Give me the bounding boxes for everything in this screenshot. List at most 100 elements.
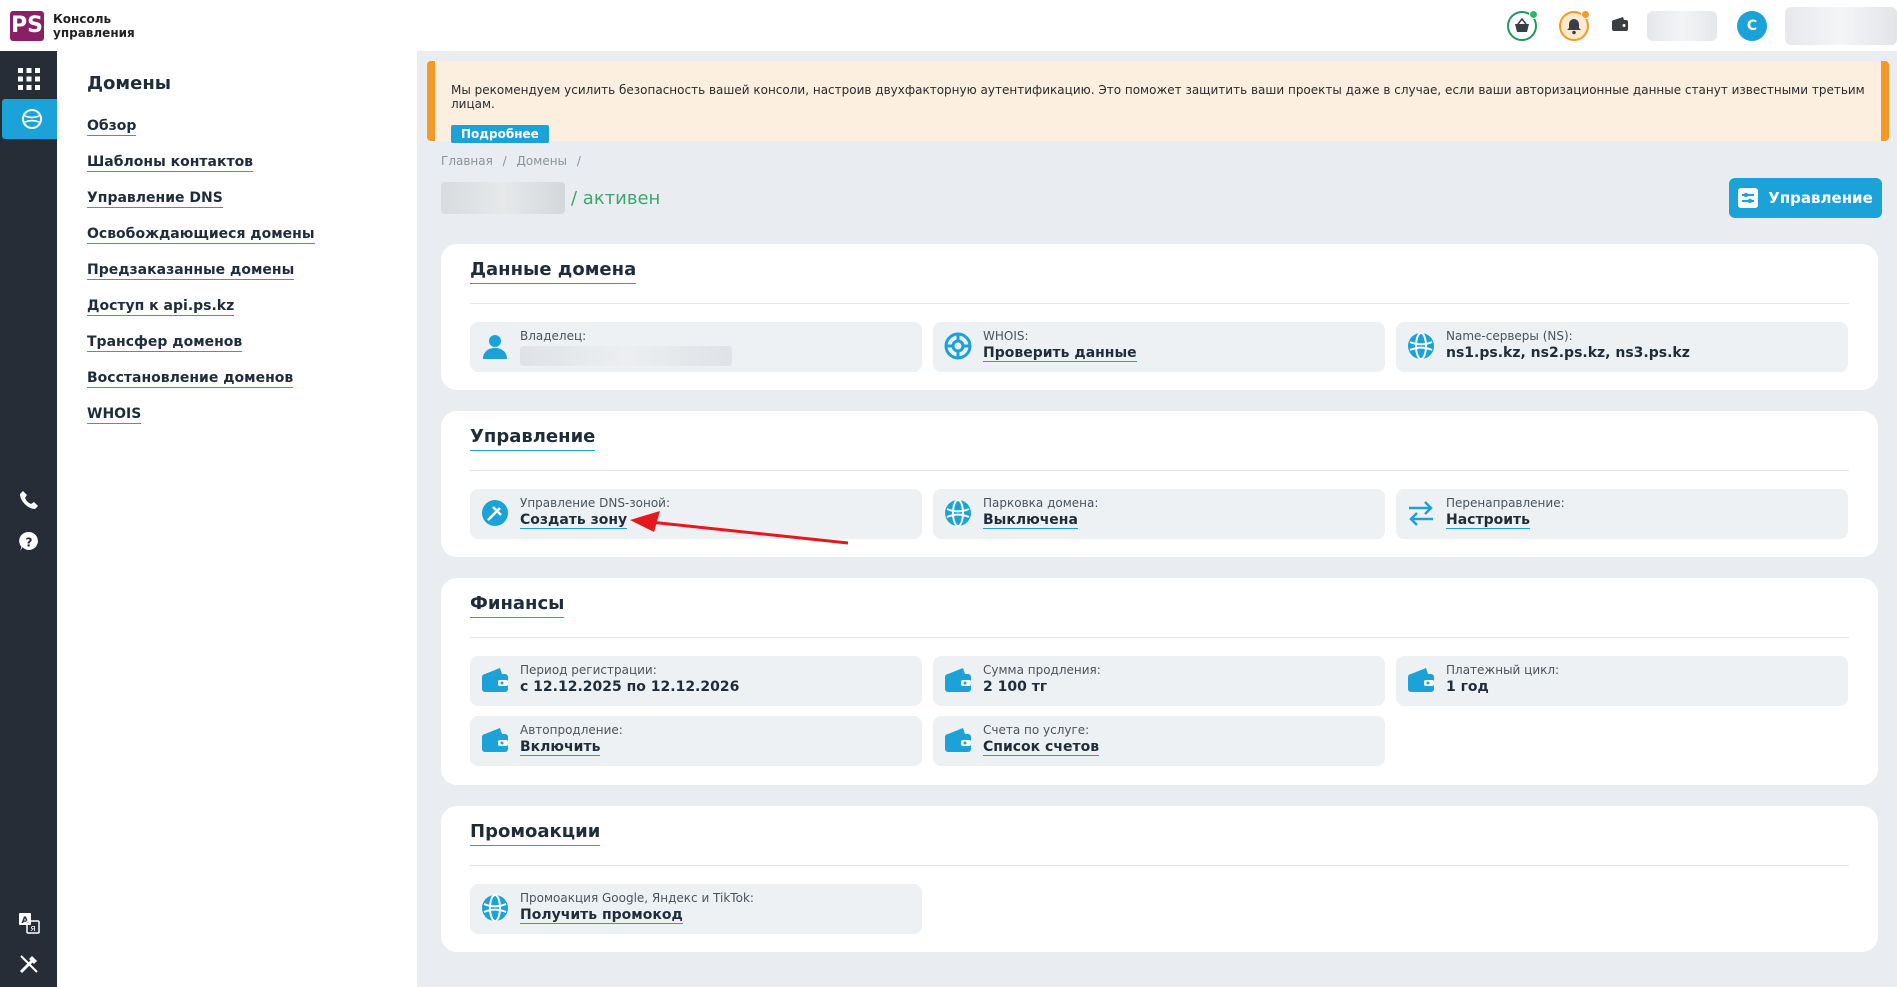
renew-tile: Сумма продления: 2 100 тг: [933, 656, 1385, 706]
sidebar: Домены Обзор Шаблоны контактов Управлени…: [57, 51, 417, 987]
apps-menu-button[interactable]: [0, 59, 57, 99]
arrows-exchange-icon: [1409, 501, 1433, 526]
sidebar-item-restore: Восстановление доменов: [87, 367, 315, 403]
notifications-button[interactable]: [1559, 9, 1590, 41]
sidebar-menu: Обзор Шаблоны контактов Управление DNS О…: [87, 115, 315, 439]
ns-label: Name-серверы (NS):: [1446, 329, 1573, 343]
wallet-icon: [1612, 16, 1628, 31]
sidebar-item-api-access: Доступ к api.ps.kz: [87, 295, 315, 331]
parking-link[interactable]: Выключена: [983, 512, 1078, 529]
wallet-icon: [482, 728, 508, 752]
domain-data-card: Данные домена Владелец: WHOIS: Проверить…: [441, 244, 1878, 390]
grid-icon: [17, 68, 40, 90]
management-title: Управление: [470, 426, 596, 451]
owner-label: Владелец:: [520, 329, 587, 343]
balance-button[interactable]: [1611, 16, 1629, 36]
cart-button[interactable]: [1507, 9, 1538, 41]
alert-more-button[interactable]: Подробнее: [451, 125, 549, 143]
promo-label: Промоакция Google, Яндекс и TikTok:: [520, 891, 754, 905]
sidebar-link-expiring-domains[interactable]: Освобождающиеся домены: [87, 226, 315, 244]
manage-button-label: Управление: [1768, 189, 1873, 207]
autorenew-label: Автопродление:: [520, 723, 623, 737]
period-tile: Период регистрации: с 12.12.2025 по 12.1…: [470, 656, 922, 706]
globe-icon: [1408, 332, 1434, 360]
sidebar-link-dns[interactable]: Управление DNS: [87, 190, 223, 208]
renew-value: 2 100 тг: [983, 679, 1048, 695]
autorenew-tile: Автопродление: Включить: [470, 716, 922, 766]
sidebar-link-restore[interactable]: Восстановление доменов: [87, 370, 294, 388]
manage-button[interactable]: Управление: [1729, 178, 1882, 218]
domain-name-hidden: [441, 182, 565, 214]
ns-tile: Name-серверы (NS): ns1.ps.kz, ns2.ps.kz,…: [1396, 322, 1848, 372]
whois-check-link[interactable]: Проверить данные: [983, 345, 1137, 362]
parking-tile: Парковка домена: Выключена: [933, 489, 1385, 539]
rail-tools-button[interactable]: [0, 944, 57, 984]
phone-icon: [19, 491, 38, 509]
svg-text:?: ?: [25, 536, 32, 550]
domain-data-title: Данные домена: [470, 259, 637, 284]
redirect-tile: Перенаправление: Настроить: [1396, 489, 1848, 539]
create-zone-link[interactable]: Создать зону: [520, 512, 628, 529]
redirect-link[interactable]: Настроить: [1446, 512, 1530, 529]
invoices-link[interactable]: Список счетов: [983, 739, 1100, 756]
period-label: Период регистрации:: [520, 663, 657, 677]
sidebar-item-expiring-domains: Освобождающиеся домены: [87, 223, 315, 259]
promo-tile: Промоакция Google, Яндекс и TikTok: Полу…: [470, 884, 922, 934]
sidebar-link-overview[interactable]: Обзор: [87, 118, 137, 136]
wallet-icon: [482, 668, 508, 692]
sliders-icon: [1738, 188, 1759, 208]
promo-card: Промоакции Промоакция Google, Яндекс и T…: [441, 806, 1878, 952]
sidebar-title: Домены: [87, 73, 172, 94]
invoices-label: Счета по услуге:: [983, 723, 1090, 737]
sidebar-link-transfer[interactable]: Трансфер доменов: [87, 334, 243, 352]
sidebar-link-preordered-domains[interactable]: Предзаказанные домены: [87, 262, 295, 280]
bell-icon: [1567, 18, 1581, 34]
sidebar-item-overview: Обзор: [87, 115, 315, 151]
parking-label: Парковка домена:: [983, 496, 1099, 510]
finance-card: Финансы Период регистрации: с 12.12.2025…: [441, 578, 1878, 785]
cycle-tile: Платежный цикл: 1 год: [1396, 656, 1848, 706]
tools-icon: [19, 955, 38, 974]
owner-value-hidden: [520, 346, 732, 366]
promo-title: Промоакции: [470, 821, 601, 846]
sidebar-item-whois: WHOIS: [87, 403, 315, 439]
redirect-label: Перенаправление:: [1446, 496, 1565, 510]
user-name-hidden[interactable]: [1785, 6, 1897, 45]
ns-value: ns1.ps.kz, ns2.ps.kz, ns3.ps.kz: [1446, 345, 1690, 361]
logo-text: Консоль управления: [53, 11, 135, 40]
invoices-tile: Счета по услуге: Список счетов: [933, 716, 1385, 766]
left-rail: ? Aя: [0, 51, 61, 987]
svg-text:я: я: [30, 924, 35, 934]
sidebar-item-contact-templates: Шаблоны контактов: [87, 151, 315, 187]
rail-phone-button[interactable]: [0, 480, 57, 520]
sidebar-link-api-access[interactable]: Доступ к api.ps.kz: [87, 298, 235, 316]
sidebar-link-whois[interactable]: WHOIS: [87, 406, 142, 424]
logo[interactable]: PS Консоль управления: [10, 10, 135, 41]
rail-language-button[interactable]: Aя: [0, 903, 57, 943]
rail-domains-button[interactable]: [2, 99, 61, 139]
header-actions: С: [1507, 0, 1897, 51]
whois-tile: WHOIS: Проверить данные: [933, 322, 1385, 372]
avatar[interactable]: С: [1737, 10, 1767, 41]
sidebar-link-contact-templates[interactable]: Шаблоны контактов: [87, 154, 254, 172]
cycle-label: Платежный цикл:: [1446, 663, 1560, 677]
alert-text: Мы рекомендуем усилить безопасность ваше…: [451, 83, 1865, 111]
balance-amount-hidden: [1647, 10, 1717, 41]
security-alert: Мы рекомендуем усилить безопасность ваше…: [427, 61, 1889, 143]
notifications-indicator: [1581, 9, 1590, 19]
get-promo-link[interactable]: Получить промокод: [520, 907, 683, 924]
cycle-value: 1 год: [1446, 679, 1489, 695]
breadcrumb-home[interactable]: Главная: [441, 154, 493, 168]
translate-icon: Aя: [18, 913, 40, 934]
sidebar-item-dns: Управление DNS: [87, 187, 315, 223]
whois-icon: [944, 332, 972, 360]
top-header: PS Консоль управления С: [0, 0, 1897, 51]
rail-help-button[interactable]: ?: [0, 522, 57, 562]
whois-label: WHOIS:: [983, 329, 1029, 343]
breadcrumb-domains[interactable]: Домены: [517, 154, 567, 168]
wallet-icon: [945, 668, 971, 692]
sidebar-item-transfer: Трансфер доменов: [87, 331, 315, 367]
page-title: / активен: [441, 182, 660, 214]
autorenew-enable-link[interactable]: Включить: [520, 739, 601, 756]
breadcrumb: Главная / Домены /: [441, 154, 581, 168]
